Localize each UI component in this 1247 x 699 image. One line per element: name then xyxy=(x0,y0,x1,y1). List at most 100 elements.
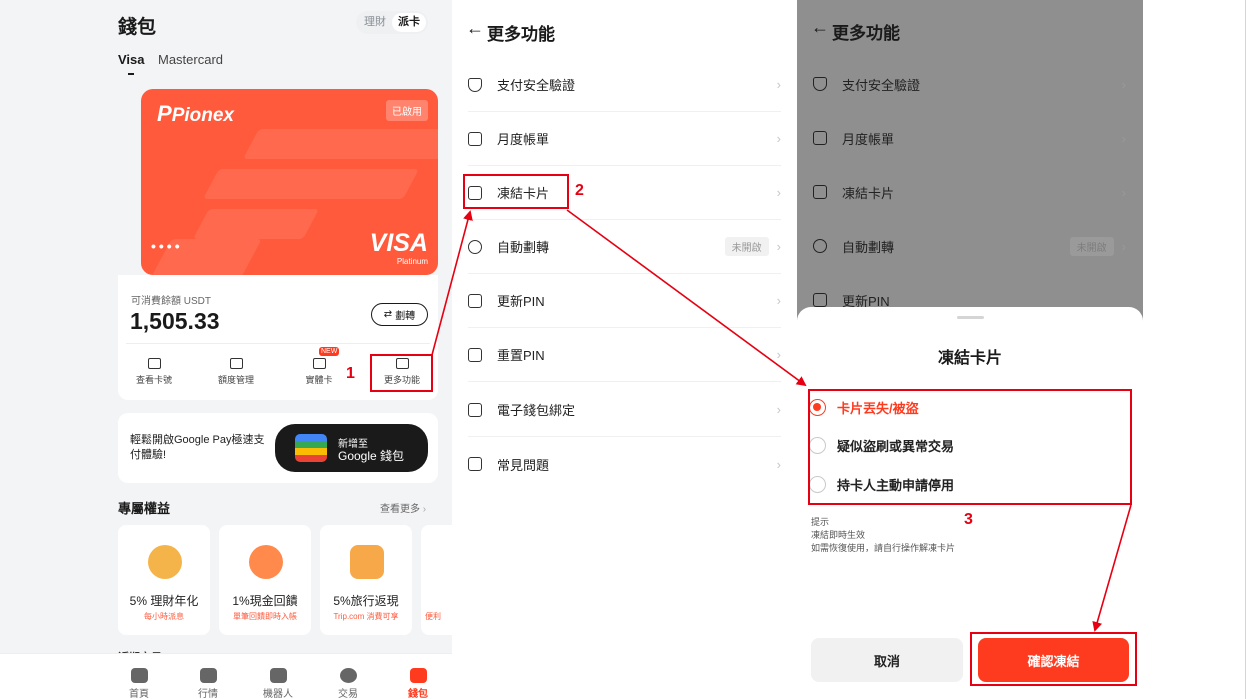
segment-finance[interactable]: 理財 xyxy=(358,13,392,32)
chevron-right-icon: › xyxy=(1121,184,1126,200)
chevron-right-icon: › xyxy=(776,347,781,362)
book-icon xyxy=(468,457,482,471)
highlight-freeze-card xyxy=(463,174,569,209)
transfer-button[interactable]: ⇄ 劃轉 xyxy=(371,303,428,326)
menu-item-reset-pin[interactable]: 重置PIN › xyxy=(468,328,781,382)
nav-bot[interactable]: 機器人 xyxy=(253,668,303,699)
chevron-right-icon: › xyxy=(776,77,781,92)
benefit-card[interactable]: 5%旅行返現 Trip.com 消費可享 xyxy=(320,525,412,635)
chevron-right-icon: › xyxy=(776,293,781,308)
tab-indicator xyxy=(128,73,134,75)
segment-card[interactable]: 派卡 xyxy=(392,13,426,32)
wallet-screen: 錢包 理財 派卡 Visa Mastercard PPionex 已啟用 •••… xyxy=(0,0,452,699)
coin-icon xyxy=(148,545,182,579)
visa-logo: VISA xyxy=(369,229,428,257)
highlight-reason-options xyxy=(808,389,1132,505)
benefit-card[interactable]: 1%現金回饋 單筆回饋即時入帳 xyxy=(219,525,311,635)
tab-visa[interactable]: Visa xyxy=(118,52,145,67)
shield-icon xyxy=(813,77,827,91)
chevron-right-icon: › xyxy=(1121,238,1126,254)
trade-icon xyxy=(339,668,357,683)
nav-market[interactable]: 行情 xyxy=(183,668,233,699)
nav-home[interactable]: 首頁 xyxy=(114,668,164,699)
menu-item-payment-security[interactable]: 支付安全驗證 › xyxy=(468,58,781,112)
card-tier: Platinum xyxy=(396,257,428,266)
balance-value: 1,505.33 xyxy=(130,308,220,334)
benefits-title: 專屬權益 xyxy=(118,501,171,516)
card-icon xyxy=(813,185,827,199)
statement-icon xyxy=(813,131,827,145)
menu-item-monthly-statement: 月度帳單 › xyxy=(813,111,1126,165)
chevron-right-icon: › xyxy=(776,402,781,417)
auto-transfer-icon xyxy=(813,239,827,253)
chevron-right-icon: › xyxy=(776,131,781,146)
page-title: 錢包 xyxy=(118,17,157,38)
wallet-icon xyxy=(409,668,427,683)
market-icon xyxy=(199,668,217,683)
chevron-right-icon: › xyxy=(776,456,781,472)
status-badge: 未開啟 xyxy=(724,237,769,256)
physical-card-button[interactable]: 實體卡 xyxy=(289,358,349,386)
visa-card[interactable]: PPionex 已啟用 •••• VISA Platinum xyxy=(141,89,438,275)
highlight-confirm-button xyxy=(970,632,1137,686)
more-functions-screen: ← 更多功能 支付安全驗證 › 月度帳單 › 凍結卡片 › 自動劃轉 未開啟 ›… xyxy=(452,0,797,699)
balance-label: 可消費餘額 USDT xyxy=(131,296,211,307)
page-title: 更多功能 xyxy=(487,25,555,44)
limit-icon xyxy=(229,358,243,369)
cancel-button[interactable]: 取消 xyxy=(811,638,963,682)
see-more-link[interactable]: 查看更多 › xyxy=(380,500,426,515)
physical-card-icon xyxy=(312,358,326,369)
chevron-right-icon: › xyxy=(776,185,781,200)
nav-wallet[interactable]: 錢包 xyxy=(393,668,443,699)
highlight-more-functions xyxy=(370,354,433,392)
menu-item-payment-security: 支付安全驗證 › xyxy=(813,57,1126,111)
wallet-icon xyxy=(468,402,482,417)
menu-item-freeze-card: 凍結卡片 › xyxy=(813,165,1126,219)
shield-icon xyxy=(468,77,482,92)
step-number-3: 3 xyxy=(964,511,973,528)
benefit-card[interactable]: 5% 理財年化 每小時派息 xyxy=(118,525,210,635)
limit-management-button[interactable]: 額度管理 xyxy=(206,358,266,386)
lock-edit-icon xyxy=(468,293,482,308)
segment-switch[interactable]: 理財 派卡 xyxy=(356,11,428,34)
lock-reset-icon xyxy=(468,347,482,362)
menu-item-faq[interactable]: 常見問題 › xyxy=(468,437,781,491)
status-badge: 未開啟 xyxy=(1069,236,1114,256)
lock-edit-icon xyxy=(813,293,827,307)
page-title: 更多功能 xyxy=(832,24,900,43)
google-pay-text: 輕鬆開啟Google Pay極速支付體驗! xyxy=(130,434,265,461)
chevron-right-icon: › xyxy=(776,239,781,254)
freeze-card-screen: ← 更多功能 支付安全驗證 › 月度帳單 › 凍結卡片 › 自動劃轉 未開啟 ›… xyxy=(797,0,1143,699)
card-icon xyxy=(147,358,161,369)
transfer-icon: ⇄ xyxy=(383,309,393,320)
tips-text: 提示 凍結即時生效 如需恢復使用，請自行操作解凍卡片 xyxy=(811,517,956,553)
menu-item-ewallet-binding[interactable]: 電子錢包綁定 › xyxy=(468,383,781,437)
benefit-card[interactable]: 便利 xyxy=(421,525,452,635)
divider xyxy=(126,343,430,344)
google-wallet-icon xyxy=(295,434,327,462)
card-number-masked: •••• xyxy=(151,238,183,254)
luggage-icon xyxy=(350,545,384,579)
back-arrow-icon[interactable]: ← xyxy=(466,18,484,39)
auto-transfer-icon xyxy=(468,239,482,254)
tab-mastercard[interactable]: Mastercard xyxy=(158,52,223,67)
chevron-right-icon: › xyxy=(1121,76,1126,92)
sheet-handle[interactable] xyxy=(957,316,984,319)
home-icon xyxy=(130,668,148,683)
menu-item-auto-transfer: 自動劃轉 未開啟 › xyxy=(813,219,1126,273)
step-number-2: 2 xyxy=(575,182,584,199)
nav-trade[interactable]: 交易 xyxy=(323,668,373,699)
gpay-button-line2: Google 錢包 xyxy=(338,449,405,463)
menu-item-update-pin[interactable]: 更新PIN › xyxy=(468,274,781,328)
menu-item-monthly-statement[interactable]: 月度帳單 › xyxy=(468,112,781,166)
robot-icon xyxy=(269,668,287,683)
cashback-icon xyxy=(249,545,283,579)
sheet-title: 凍結卡片 xyxy=(937,350,1002,367)
menu-item-auto-transfer[interactable]: 自動劃轉 未開啟 › xyxy=(468,220,781,274)
back-arrow-icon[interactable]: ← xyxy=(811,17,829,38)
view-card-number-button[interactable]: 查看卡號 xyxy=(124,358,184,386)
step-number-1: 1 xyxy=(346,365,355,382)
chevron-right-icon: › xyxy=(1121,130,1126,146)
statement-icon xyxy=(468,131,482,146)
card-status-badge: 已啟用 xyxy=(386,100,428,121)
